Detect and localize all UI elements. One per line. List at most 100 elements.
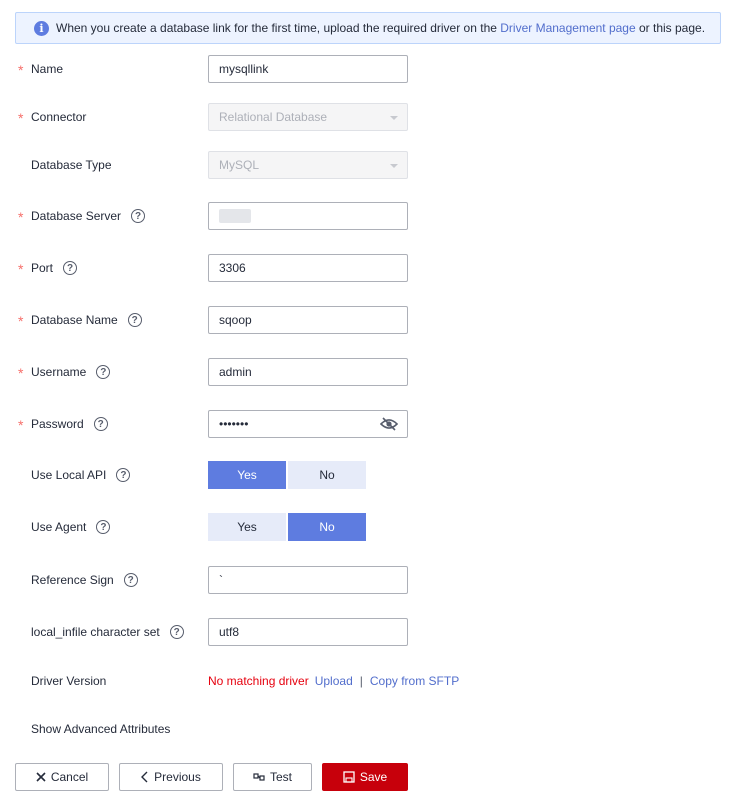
database-type-value: MySQL <box>219 158 260 172</box>
password-label: Password? <box>31 417 108 431</box>
name-value: mysqllink <box>219 62 269 76</box>
banner-text: When you create a database link for the … <box>56 21 705 35</box>
save-icon <box>343 771 355 783</box>
chevron-down-icon <box>390 116 398 120</box>
required-mark: * <box>18 365 24 381</box>
help-icon[interactable]: ? <box>63 261 78 275</box>
database-server-row: * Database Server? <box>0 202 729 230</box>
advanced-row: Show Advanced Attributes <box>0 715 729 743</box>
reference-sign-label: Reference Sign? <box>31 573 138 587</box>
use-local-api-label: Use Local API? <box>31 468 131 482</box>
info-icon: i <box>34 20 49 36</box>
reference-sign-input[interactable]: ` <box>208 566 408 594</box>
database-name-row: * Database Name? sqoop <box>0 306 729 334</box>
port-row: * Port? 3306 <box>0 254 729 282</box>
help-icon[interactable]: ? <box>116 468 131 482</box>
local-infile-charset-value: utf8 <box>219 625 240 639</box>
name-input[interactable]: mysqllink <box>208 55 408 83</box>
help-icon[interactable]: ? <box>169 625 184 639</box>
connector-label: Connector <box>31 110 87 124</box>
save-label: Save <box>359 770 388 784</box>
use-agent-label: Use Agent? <box>31 520 111 534</box>
reference-sign-label-text: Reference Sign <box>31 573 114 587</box>
reference-sign-value: ` <box>219 573 223 587</box>
banner-text-after: or this page. <box>635 21 706 35</box>
link-separator: | <box>359 674 363 688</box>
username-label-text: Username <box>31 365 87 379</box>
help-icon[interactable]: ? <box>96 365 111 379</box>
use-agent-yes-button[interactable]: Yes <box>208 513 286 541</box>
connector-select[interactable]: Relational Database <box>208 103 408 131</box>
username-label: Username? <box>31 365 111 379</box>
eye-off-icon[interactable] <box>379 417 399 434</box>
port-label-text: Port <box>31 261 54 275</box>
database-type-row: Database Type MySQL <box>0 151 729 179</box>
banner-text-before: When you create a database link for the … <box>56 21 501 35</box>
help-icon[interactable]: ? <box>93 417 108 431</box>
use-local-api-row: Use Local API? Yes No <box>0 461 729 489</box>
cancel-button[interactable]: Cancel <box>15 763 109 791</box>
help-icon[interactable]: ? <box>131 209 146 223</box>
required-mark: * <box>18 313 24 329</box>
required-mark: * <box>18 110 24 126</box>
required-mark: * <box>18 261 24 277</box>
use-agent-toggle: Yes No <box>208 513 368 541</box>
driver-version-label: Driver Version <box>31 674 107 688</box>
close-icon <box>36 772 46 782</box>
database-server-label-text: Database Server <box>31 209 122 223</box>
required-mark: * <box>18 417 24 433</box>
required-mark: * <box>18 62 24 78</box>
database-name-label-text: Database Name <box>31 313 118 327</box>
footer-actions: Cancel Previous Test Save <box>15 763 418 791</box>
use-local-api-yes-button[interactable]: Yes <box>208 461 286 489</box>
test-button[interactable]: Test <box>233 763 312 791</box>
port-label: Port? <box>31 261 78 275</box>
info-banner: i When you create a database link for th… <box>15 12 721 44</box>
username-input[interactable]: admin <box>208 358 408 386</box>
cancel-label: Cancel <box>50 770 89 784</box>
database-type-select[interactable]: MySQL <box>208 151 408 179</box>
database-server-input[interactable] <box>208 202 408 230</box>
help-icon[interactable]: ? <box>96 520 111 534</box>
previous-button[interactable]: Previous <box>119 763 223 791</box>
help-icon[interactable]: ? <box>127 313 142 327</box>
password-label-text: Password <box>31 417 84 431</box>
driver-version-row: Driver Version No matching driver Upload… <box>0 667 729 695</box>
help-icon[interactable]: ? <box>123 573 138 587</box>
use-local-api-toggle: Yes No <box>208 461 368 489</box>
port-input[interactable]: 3306 <box>208 254 408 282</box>
database-server-label: Database Server? <box>31 209 146 223</box>
database-name-label: Database Name? <box>31 313 142 327</box>
password-row: * Password? ••••••• <box>0 410 729 438</box>
password-input[interactable]: ••••••• <box>208 410 408 438</box>
copy-from-sftp-link[interactable]: Copy from SFTP <box>370 674 459 688</box>
use-agent-row: Use Agent? Yes No <box>0 513 729 541</box>
test-connection-icon <box>253 771 265 783</box>
username-value: admin <box>219 365 252 379</box>
chevron-down-icon <box>390 164 398 168</box>
name-row: * Name mysqllink <box>0 55 729 83</box>
driver-version-value: No matching driver Upload | Copy from SF… <box>208 674 459 688</box>
local-infile-charset-label: local_infile character set? <box>31 625 184 639</box>
connector-row: * Connector Relational Database <box>0 103 729 131</box>
upload-link[interactable]: Upload <box>315 674 353 688</box>
name-label: Name <box>31 62 64 76</box>
save-button[interactable]: Save <box>322 763 408 791</box>
required-mark: * <box>18 209 24 225</box>
show-advanced-attributes-link[interactable]: Show Advanced Attributes <box>31 722 170 736</box>
local-infile-charset-input[interactable]: utf8 <box>208 618 408 646</box>
database-name-input[interactable]: sqoop <box>208 306 408 334</box>
use-local-api-no-button[interactable]: No <box>288 461 366 489</box>
driver-status: No matching driver <box>208 674 309 688</box>
local-infile-charset-row: local_infile character set? utf8 <box>0 618 729 646</box>
driver-management-link[interactable]: Driver Management page <box>500 21 635 35</box>
test-label: Test <box>269 770 292 784</box>
use-local-api-label-text: Use Local API <box>31 468 107 482</box>
username-row: * Username? admin <box>0 358 729 386</box>
redacted-value <box>219 209 251 223</box>
chevron-left-icon <box>141 771 149 783</box>
reference-sign-row: Reference Sign? ` <box>0 566 729 594</box>
port-value: 3306 <box>219 261 246 275</box>
database-name-value: sqoop <box>219 313 252 327</box>
use-agent-no-button[interactable]: No <box>288 513 366 541</box>
